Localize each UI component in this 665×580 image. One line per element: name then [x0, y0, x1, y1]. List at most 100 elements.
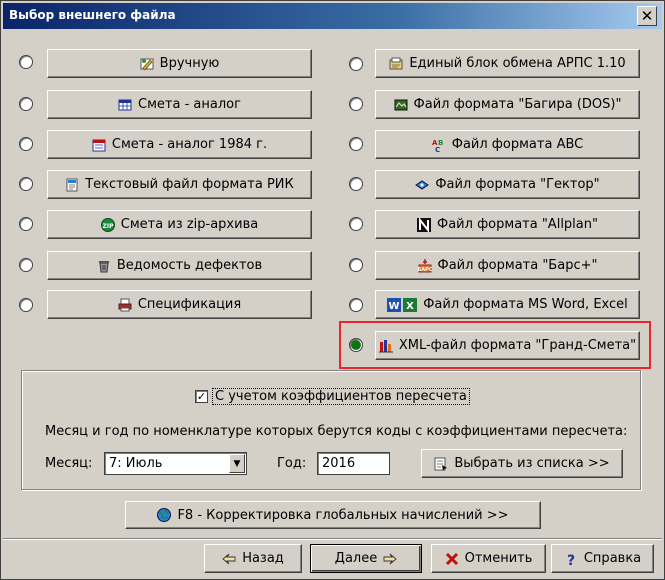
window-title: Выбор внешнего файла: [9, 8, 176, 22]
close-icon: ✕: [640, 6, 654, 25]
radio-bagira[interactable]: [349, 97, 363, 111]
arps-label: Единый блок обмена АРПС 1.10: [409, 56, 626, 71]
zip-button[interactable]: ZIP Смета из zip-архива: [47, 210, 312, 239]
xml-grand-smeta-label: XML-файл формата "Гранд-Смета": [398, 338, 637, 353]
bars-label: Файл формата "Барс+": [437, 258, 598, 273]
radio-abc[interactable]: [349, 137, 363, 151]
zip-icon: ZIP: [100, 217, 115, 232]
choose-from-list-label: Выбрать из списка >>: [454, 456, 610, 471]
gektor-button[interactable]: Файл формата "Гектор": [375, 170, 640, 199]
text-file-icon: [65, 178, 79, 192]
rik-text-label: Текстовый файл формата РИК: [85, 177, 294, 192]
gektor-icon: [415, 178, 430, 192]
globe-icon: [157, 508, 172, 522]
cancel-button[interactable]: Отменить: [431, 544, 546, 573]
defect-icon: [97, 259, 111, 273]
dialog-window: Выбор внешнего файла ✕ Вручную Смета - а…: [0, 0, 665, 580]
radio-estimate-analog[interactable]: [19, 97, 33, 111]
help-question-icon: ?: [564, 552, 578, 566]
recalc-checkbox-label[interactable]: С учетом коэффициентов пересчета: [212, 388, 470, 405]
back-button[interactable]: Назад: [204, 544, 302, 573]
estimate-analog-label: Смета - аналог: [138, 97, 241, 112]
allplan-label: Файл формата "Allplan": [437, 217, 598, 232]
radio-zip[interactable]: [19, 217, 33, 231]
radio-specification[interactable]: [19, 298, 33, 312]
xml-grand-smeta-button[interactable]: XML-файл формата "Гранд-Смета": [375, 331, 640, 360]
radio-manual[interactable]: [19, 55, 33, 69]
recalc-checkbox[interactable]: ✓: [195, 390, 208, 403]
table-icon: [118, 98, 132, 112]
bagira-label: Файл формата "Багира (DOS)": [413, 97, 622, 112]
month-value: 7: Июль: [109, 456, 163, 471]
recalc-description: Месяц и год по номенклатуре которых беру…: [45, 424, 628, 439]
footer-separator: [3, 538, 662, 540]
allplan-button[interactable]: Файл формата "Allplan": [375, 210, 640, 239]
month-label: Месяц:: [45, 456, 93, 471]
zip-label: Смета из zip-архива: [120, 217, 259, 232]
defects-button[interactable]: Ведомость дефектов: [47, 251, 312, 280]
specification-button[interactable]: Спецификация: [47, 290, 312, 319]
hand-pencil-icon: [140, 57, 154, 71]
cancel-x-icon: [445, 552, 459, 566]
radio-xml-grand-smeta[interactable]: [349, 338, 363, 352]
manual-button[interactable]: Вручную: [47, 49, 312, 78]
rik-text-button[interactable]: Текстовый файл формата РИК: [47, 170, 312, 199]
svg-text:X: X: [406, 301, 414, 312]
printer-icon: [118, 298, 132, 312]
radio-rik-text[interactable]: [19, 177, 33, 191]
gektor-label: Файл формата "Гектор": [435, 177, 600, 192]
title-bar: Выбор внешнего файла ✕: [3, 3, 662, 29]
specification-label: Спецификация: [137, 297, 242, 312]
radio-estimate-1984[interactable]: [19, 137, 33, 151]
global-charges-label: F8 - Корректировка глобальных начислений…: [177, 507, 509, 523]
estimate-1984-label: Смета - аналог 1984 г.: [111, 137, 268, 152]
svg-text:W: W: [389, 301, 400, 312]
word-excel-button[interactable]: WX Файл формата MS Word, Excel: [375, 290, 640, 319]
bagira-icon: [394, 98, 408, 112]
abc-icon: ABC: [432, 138, 446, 152]
next-label: Далее: [334, 551, 378, 566]
global-charges-button[interactable]: F8 - Корректировка глобальных начислений…: [125, 501, 541, 529]
radio-gektor[interactable]: [349, 177, 363, 191]
exchange-block-icon: [389, 57, 403, 71]
bars-icon: БАРС: [418, 258, 432, 273]
cancel-label: Отменить: [464, 551, 533, 566]
choose-from-list-button[interactable]: Выбрать из списка >>: [421, 449, 623, 478]
chevron-down-icon[interactable]: ▼: [229, 454, 245, 473]
bagira-button[interactable]: Файл формата "Багира (DOS)": [375, 90, 640, 119]
next-button[interactable]: Далее: [310, 544, 422, 573]
hand-right-icon: [383, 552, 397, 566]
radio-defects[interactable]: [19, 258, 33, 272]
radio-bars[interactable]: [349, 258, 363, 272]
year-input[interactable]: 2016: [317, 452, 390, 475]
bars-button[interactable]: БАРС Файл формата "Барс+": [375, 251, 640, 280]
arps-button[interactable]: Единый блок обмена АРПС 1.10: [375, 49, 640, 78]
estimate-1984-button[interactable]: Смета - аналог 1984 г.: [47, 130, 312, 159]
word-excel-label: Файл формата MS Word, Excel: [423, 297, 628, 312]
xml-icon: [378, 339, 393, 353]
svg-text:БАРС: БАРС: [418, 267, 432, 273]
help-label: Справка: [583, 551, 642, 566]
radio-arps[interactable]: [349, 57, 363, 71]
estimate-analog-button[interactable]: Смета - аналог: [47, 90, 312, 119]
abc-label: Файл формата ABC: [451, 137, 584, 152]
svg-text:ZIP: ZIP: [102, 223, 114, 230]
list-select-icon: [434, 457, 448, 471]
year-label: Год:: [277, 456, 307, 471]
svg-text:C: C: [435, 146, 440, 152]
allplan-icon: [417, 217, 432, 232]
month-select[interactable]: 7: Июль ▼: [104, 452, 247, 475]
defects-label: Ведомость дефектов: [116, 258, 263, 273]
calendar-icon: [92, 138, 106, 152]
radio-allplan[interactable]: [349, 217, 363, 231]
help-button[interactable]: ? Справка: [551, 544, 654, 573]
abc-button[interactable]: ABC Файл формата ABC: [375, 130, 640, 159]
svg-text:?: ?: [567, 553, 575, 566]
check-mark-icon: ✓: [196, 390, 207, 403]
word-excel-icon: WX: [387, 297, 418, 312]
radio-word-excel[interactable]: [349, 298, 363, 312]
hand-left-icon: [222, 552, 236, 566]
year-value: 2016: [322, 456, 356, 471]
close-button[interactable]: ✕: [637, 6, 657, 26]
manual-label: Вручную: [159, 56, 220, 71]
